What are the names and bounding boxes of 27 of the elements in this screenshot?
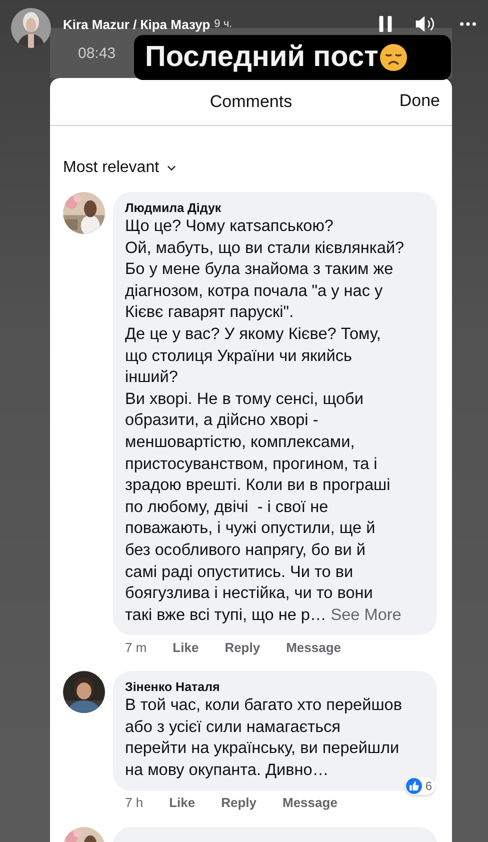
comment-action[interactable]: Reply [221,795,256,810]
reaction-count: 6 [425,778,432,793]
see-more-link[interactable]: See More [326,606,402,624]
clock-time: 08:43 [78,44,116,62]
comment-time: 7 m [125,640,147,655]
comment-text: В той час, коли багато хто перейшов або з усієї сили намагається перейти на українську, ви перейшли на мову окупанта. Дивно… [125,695,403,782]
thumbs-up-icon [406,778,422,794]
more-icon[interactable] [460,22,476,26]
comment-action[interactable]: Like [169,795,196,810]
author-name[interactable]: Kira Mazur / Кіра Мазур [63,16,210,32]
chevron-down-icon[interactable] [167,165,176,171]
sad-emoji-icon [379,43,408,72]
sticker-text: Последний пост [145,41,378,74]
comment-time: 7 h [125,795,144,810]
comment-action[interactable]: Message [286,640,342,655]
commenter-name[interactable]: Людмила Дідук [125,200,433,216]
sort-dropdown[interactable]: Most relevant [63,159,160,177]
comment-action[interactable]: Like [172,640,199,655]
comment-text: Що це? Чому катsапською? Ой, мабуть, що ви стали кієвлянкай? Бо у мене була знайома з таким же діагнозом, котра почала "а у нас у Кієвє гаварят парускі". Де це у вас? У якому Кієве? Тому, що столиця України чи якийсь інший? Ви хворі. Не в тому сенсі, щоби образити, а дійсно хворі - меншовартістю, комплексами, пристосуванством, прогином, та і зрадою врешті. Коли ви в програші по любому, двічі - і свої не поважають, і чужі опустили, ще й без особливого напрягу, бо ви й самі раді опуститись. Чи то ви боягузлива і нестійка, чи то вони такі вже всі тупі, що не р… See More [125,216,406,626]
post-time: 9 ч. [214,18,232,30]
done-button[interactable]: Done [399,91,440,111]
sheet-title: Comments [210,92,292,112]
comment-action[interactable]: Reply [224,640,260,655]
pause-icon[interactable] [379,16,392,32]
commenter-name[interactable]: Зіненко Наталя [125,679,433,696]
speaker-icon[interactable] [415,15,436,33]
comment-action[interactable]: Message [282,795,338,810]
